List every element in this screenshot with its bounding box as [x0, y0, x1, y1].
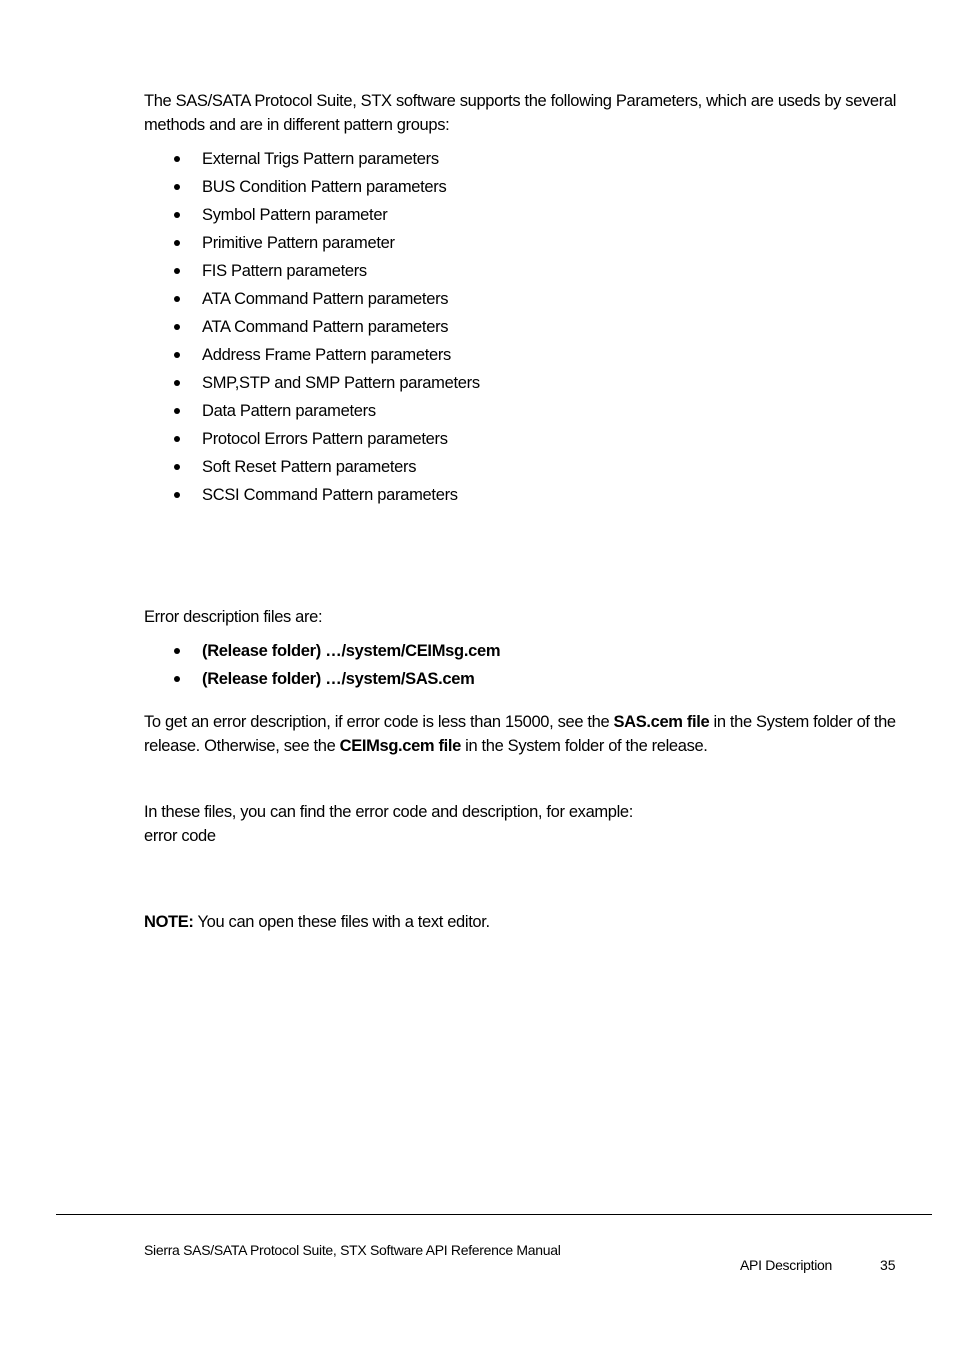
error-files-list: (Release folder) …/system/CEIMsg.cem (Re… [144, 637, 501, 693]
example-paragraph: In these files, you can find the error c… [144, 800, 904, 848]
list-item: Soft Reset Pattern parameters [144, 453, 480, 481]
bullet-icon [174, 464, 180, 470]
list-item: Primitive Pattern parameter [144, 229, 480, 257]
list-item: (Release folder) …/system/SAS.cem [144, 665, 500, 693]
list-item: SMP,STP and SMP Pattern parameters [144, 369, 480, 397]
error-description-paragraph: To get an error description, if error co… [144, 713, 896, 755]
bullet-icon [174, 268, 180, 274]
bullet-icon [174, 352, 180, 358]
list-item: Protocol Errors Pattern parameters [144, 425, 480, 453]
bullet-icon [174, 324, 180, 330]
list-item: ATA Command Pattern parameters [144, 285, 480, 313]
bullet-icon [174, 184, 180, 190]
error-files-intro: Error description files are: [144, 608, 323, 626]
bullet-icon [174, 408, 180, 414]
bullet-icon [174, 492, 180, 498]
list-item: Address Frame Pattern parameters [144, 341, 480, 369]
list-item: External Trigs Pattern parameters [144, 145, 480, 173]
list-item: ATA Command Pattern parameters [144, 313, 480, 341]
footer-title: Sierra SAS/SATA Protocol Suite, STX Soft… [144, 1242, 561, 1258]
list-item: FIS Pattern parameters [144, 257, 480, 285]
bullet-icon [174, 296, 180, 302]
footer-divider [56, 1214, 932, 1215]
list-item: BUS Condition Pattern parameters [144, 173, 480, 201]
footer-section: API Description [740, 1257, 832, 1273]
page-number: 35 [880, 1257, 896, 1273]
list-item: (Release folder) …/system/CEIMsg.cem [144, 637, 501, 665]
note-label: NOTE: [144, 913, 194, 931]
bullet-icon [174, 436, 180, 442]
bullet-icon [174, 648, 180, 654]
list-item: SCSI Command Pattern parameters [144, 481, 480, 509]
sas-cem-file-ref: SAS.cem file [613, 713, 710, 731]
note-paragraph: NOTE: You can open these files with a te… [144, 913, 490, 931]
intro-paragraph: The SAS/SATA Protocol Suite, STX softwar… [144, 92, 897, 134]
parameter-groups-list: External Trigs Pattern parameters BUS Co… [144, 145, 480, 509]
example-line: error code [144, 827, 216, 845]
bullet-icon [174, 676, 180, 682]
bullet-icon [174, 380, 180, 386]
bullet-icon [174, 156, 180, 162]
ceimsg-cem-file-ref: CEIMsg.cem file [339, 737, 462, 755]
bullet-icon [174, 212, 180, 218]
bullet-icon [174, 240, 180, 246]
example-line: In these files, you can find the error c… [144, 803, 633, 821]
list-item: Symbol Pattern parameter [144, 201, 480, 229]
list-item: Data Pattern parameters [144, 397, 480, 425]
